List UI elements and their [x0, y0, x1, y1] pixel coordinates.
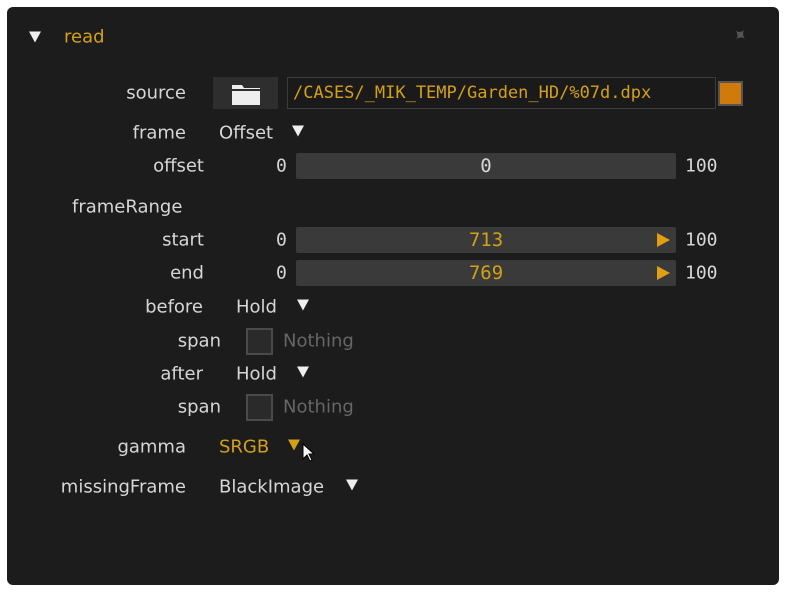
before-dropdown[interactable]: Hold	[236, 297, 277, 318]
after-label: after	[160, 363, 203, 385]
missingframe-label: missingFrame	[60, 476, 186, 498]
gamma-dropdown[interactable]: SRGB	[219, 437, 269, 458]
offset-slider[interactable]: 0	[296, 153, 676, 179]
collapse-triangle-icon[interactable]	[29, 31, 41, 43]
source-color-swatch[interactable]	[718, 81, 743, 106]
after-dropdown-arrow-icon[interactable]	[297, 366, 309, 378]
read-node-panel: read ✦ source /CASES/_MIK_TEMP/Garden_HD…	[7, 7, 779, 585]
start-max: 100	[685, 229, 718, 251]
play-arrow-icon[interactable]	[657, 266, 670, 280]
start-label: start	[162, 229, 204, 251]
after-span-label: span	[177, 396, 221, 418]
before-label: before	[145, 296, 203, 318]
before-span-checkbox[interactable]	[246, 328, 273, 355]
play-arrow-icon[interactable]	[657, 233, 670, 247]
browse-folder-button[interactable]	[213, 77, 278, 109]
frame-dropdown[interactable]: Offset	[219, 123, 273, 144]
offset-min: 0	[276, 155, 287, 177]
offset-value: 0	[480, 155, 492, 177]
after-span-value: Nothing	[283, 396, 354, 418]
frame-label: frame	[132, 122, 186, 144]
end-slider[interactable]: 769	[296, 260, 676, 286]
offset-label: offset	[153, 155, 204, 177]
start-min: 0	[276, 229, 287, 251]
after-dropdown[interactable]: Hold	[236, 364, 277, 385]
framerange-label: frameRange	[72, 196, 183, 218]
missingframe-dropdown[interactable]: BlackImage	[219, 477, 324, 498]
end-min: 0	[276, 262, 287, 284]
end-label: end	[170, 262, 204, 284]
mouse-cursor-icon	[302, 443, 316, 462]
folder-icon	[232, 85, 260, 105]
pin-icon[interactable]: ✦	[727, 23, 752, 49]
frame-dropdown-arrow-icon[interactable]	[292, 125, 304, 137]
end-max: 100	[685, 262, 718, 284]
before-span-value: Nothing	[283, 330, 354, 352]
start-slider[interactable]: 713	[296, 227, 676, 253]
before-dropdown-arrow-icon[interactable]	[297, 299, 309, 311]
node-title: read	[64, 26, 105, 48]
offset-max: 100	[685, 155, 718, 177]
after-span-checkbox[interactable]	[246, 394, 273, 421]
end-value: 769	[468, 262, 504, 284]
missingframe-dropdown-arrow-icon[interactable]	[346, 479, 358, 491]
before-span-label: span	[177, 330, 221, 352]
source-path-input[interactable]: /CASES/_MIK_TEMP/Garden_HD/%07d.dpx	[287, 77, 716, 109]
gamma-dropdown-arrow-icon[interactable]	[288, 439, 300, 451]
start-value: 713	[468, 229, 504, 251]
source-label: source	[126, 82, 186, 104]
gamma-label: gamma	[117, 436, 186, 458]
